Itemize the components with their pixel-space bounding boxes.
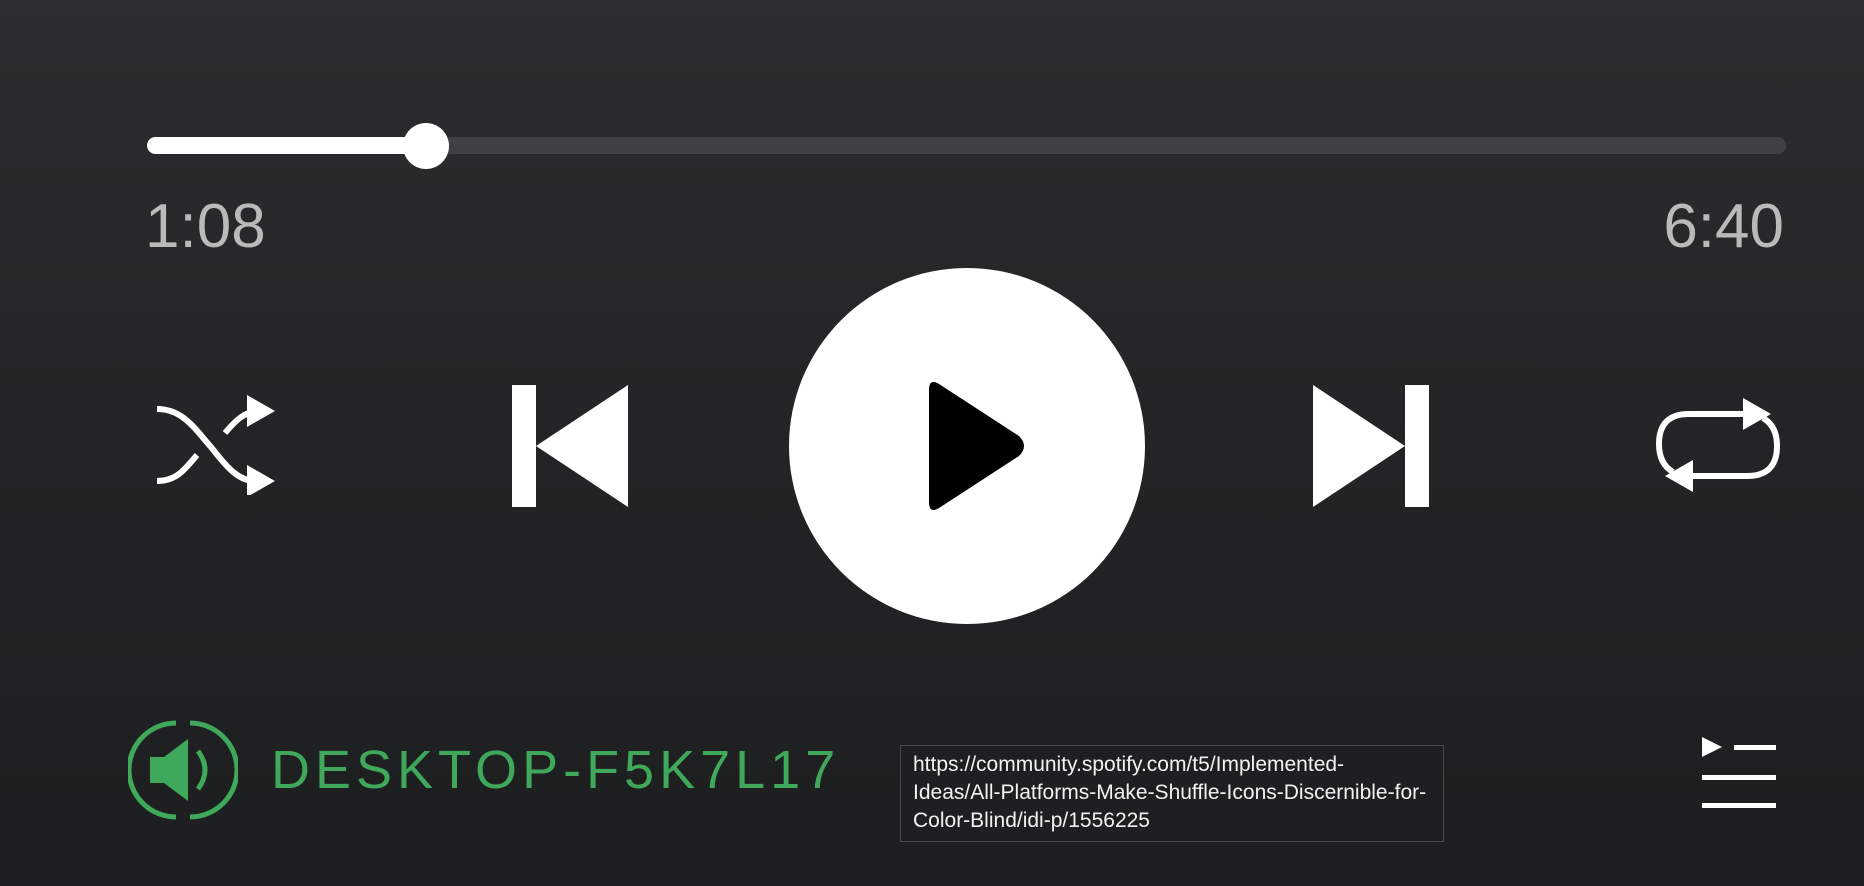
device-name: DESKTOP-F5K7L17	[271, 740, 841, 800]
skip-forward-icon	[1313, 385, 1429, 507]
progress-bar[interactable]	[147, 122, 1786, 169]
elapsed-time: 1:08	[145, 192, 266, 261]
progress-handle[interactable]	[402, 122, 449, 169]
total-time: 6:40	[1663, 192, 1784, 261]
shuffle-icon	[155, 395, 275, 495]
play-icon	[789, 268, 1145, 624]
shuffle-button[interactable]	[155, 395, 275, 495]
device-picker[interactable]: DESKTOP-F5K7L17	[128, 715, 840, 825]
queue-button[interactable]	[1700, 735, 1776, 813]
next-button[interactable]	[1313, 385, 1429, 507]
repeat-icon	[1655, 390, 1781, 500]
speaker-icon	[128, 715, 238, 825]
player-panel: 1:08 6:40 DESKTOP-F5K7L17 https://commun…	[0, 0, 1864, 886]
play-button[interactable]	[789, 268, 1145, 624]
link-tooltip: https://community.spotify.com/t5/Impleme…	[900, 745, 1444, 842]
previous-button[interactable]	[512, 385, 628, 507]
skip-back-icon	[512, 385, 628, 507]
queue-icon	[1700, 735, 1776, 813]
progress-fill	[147, 137, 426, 154]
repeat-button[interactable]	[1655, 390, 1781, 500]
